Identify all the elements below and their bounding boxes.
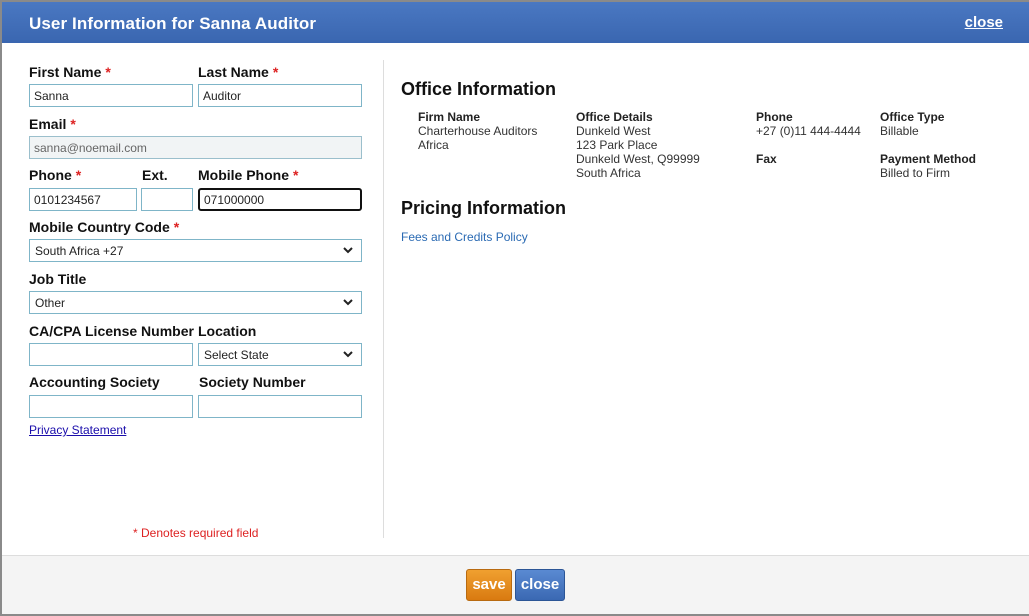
payment-method-value: Billed to Firm [880, 166, 951, 180]
fax-label: Fax [756, 152, 777, 166]
job-title-select[interactable]: Other [29, 291, 362, 314]
chevron-down-icon [343, 299, 353, 306]
location-value: Select State [204, 348, 269, 362]
mobile-country-code-label: Mobile Country Code * [29, 219, 179, 235]
mobile-phone-input[interactable] [198, 188, 362, 211]
chevron-down-icon [343, 351, 353, 358]
required-marker: * [75, 167, 82, 183]
user-information-dialog: User Information for Sanna Auditor close… [2, 2, 1029, 614]
email-label: Email * [29, 116, 76, 132]
ext-label: Ext. [142, 167, 168, 183]
payment-method-label: Payment Method [880, 152, 977, 166]
email-label-text: Email [29, 116, 67, 132]
office-type-label: Office Type [880, 110, 945, 124]
first-name-input[interactable] [29, 84, 193, 107]
accounting-society-label: Accounting Society [29, 374, 160, 390]
fees-and-credits-link[interactable]: Fees and Credits Policy [401, 230, 528, 244]
dialog-footer: save close [2, 555, 1029, 614]
required-marker: * [173, 219, 180, 235]
required-marker: * [272, 64, 279, 80]
mobile-country-code-value: South Africa +27 [35, 244, 124, 258]
user-form: First Name* Last Name* Email* Phone* Ext… [2, 43, 384, 556]
required-marker: * [70, 116, 76, 132]
mobile-country-code-select[interactable]: South Africa +27 [29, 239, 362, 262]
job-title-value: Other [35, 296, 66, 310]
required-marker: * [293, 167, 299, 183]
location-label: Location [198, 323, 257, 339]
license-number-label: CA/CPA License Number [29, 323, 194, 339]
required-marker: * [105, 64, 111, 80]
office-information-heading: Office Information [401, 79, 557, 99]
first-name-label: First Name * [29, 64, 111, 80]
society-number-input[interactable] [198, 395, 362, 418]
license-number-input[interactable] [29, 343, 193, 366]
society-number-label: Society Number [199, 374, 306, 390]
office-details-label: Office Details [576, 110, 653, 124]
mobile-country-code-label-text: Mobile Country Code [29, 219, 170, 235]
phone-info-label: Phone [756, 110, 793, 124]
dialog-title: User Information for Sanna Auditor [29, 14, 317, 33]
first-name-label-text: First Name [29, 64, 102, 80]
ext-input[interactable] [141, 188, 193, 211]
last-name-input[interactable] [198, 84, 362, 107]
pricing-information-heading: Pricing Information [401, 198, 567, 218]
mobile-phone-label: Mobile Phone * [198, 167, 298, 183]
chevron-down-icon [343, 247, 353, 254]
close-button[interactable]: close [515, 569, 565, 601]
office-type-value: Billable [880, 124, 919, 138]
firm-name-label: Firm Name [418, 110, 481, 124]
required-field-note: * Denotes required field [133, 526, 259, 540]
office-details-line: South Africa [576, 166, 641, 180]
email-input[interactable] [29, 136, 362, 159]
office-details-line: Dunkeld West, Q99999 [576, 152, 700, 166]
phone-label: Phone * [29, 167, 81, 183]
office-details-line: Dunkeld West [576, 124, 651, 138]
accounting-society-input[interactable] [29, 395, 193, 418]
firm-name-line: Charterhouse Auditors [418, 124, 538, 138]
close-link[interactable]: close [965, 14, 1003, 31]
phone-input[interactable] [29, 188, 137, 211]
job-title-label: Job Title [29, 271, 87, 287]
column-divider [383, 60, 384, 538]
location-select[interactable]: Select State [198, 343, 362, 366]
phone-label-text: Phone [29, 167, 72, 183]
privacy-statement-link[interactable]: Privacy Statement [29, 423, 126, 437]
mobile-phone-label-text: Mobile Phone [198, 167, 289, 183]
save-button[interactable]: save [466, 569, 512, 601]
firm-name-line: Africa [418, 138, 449, 152]
last-name-label-text: Last Name [198, 64, 269, 80]
office-details-line: 123 Park Place [576, 138, 658, 152]
dialog-titlebar: User Information for Sanna Auditor close [2, 2, 1029, 43]
last-name-label: Last Name * [198, 64, 278, 80]
phone-info-value: +27 (0)11 444-4444 [756, 124, 861, 138]
office-pricing-panel: Office Information Firm Name Charterhous… [401, 43, 1021, 556]
